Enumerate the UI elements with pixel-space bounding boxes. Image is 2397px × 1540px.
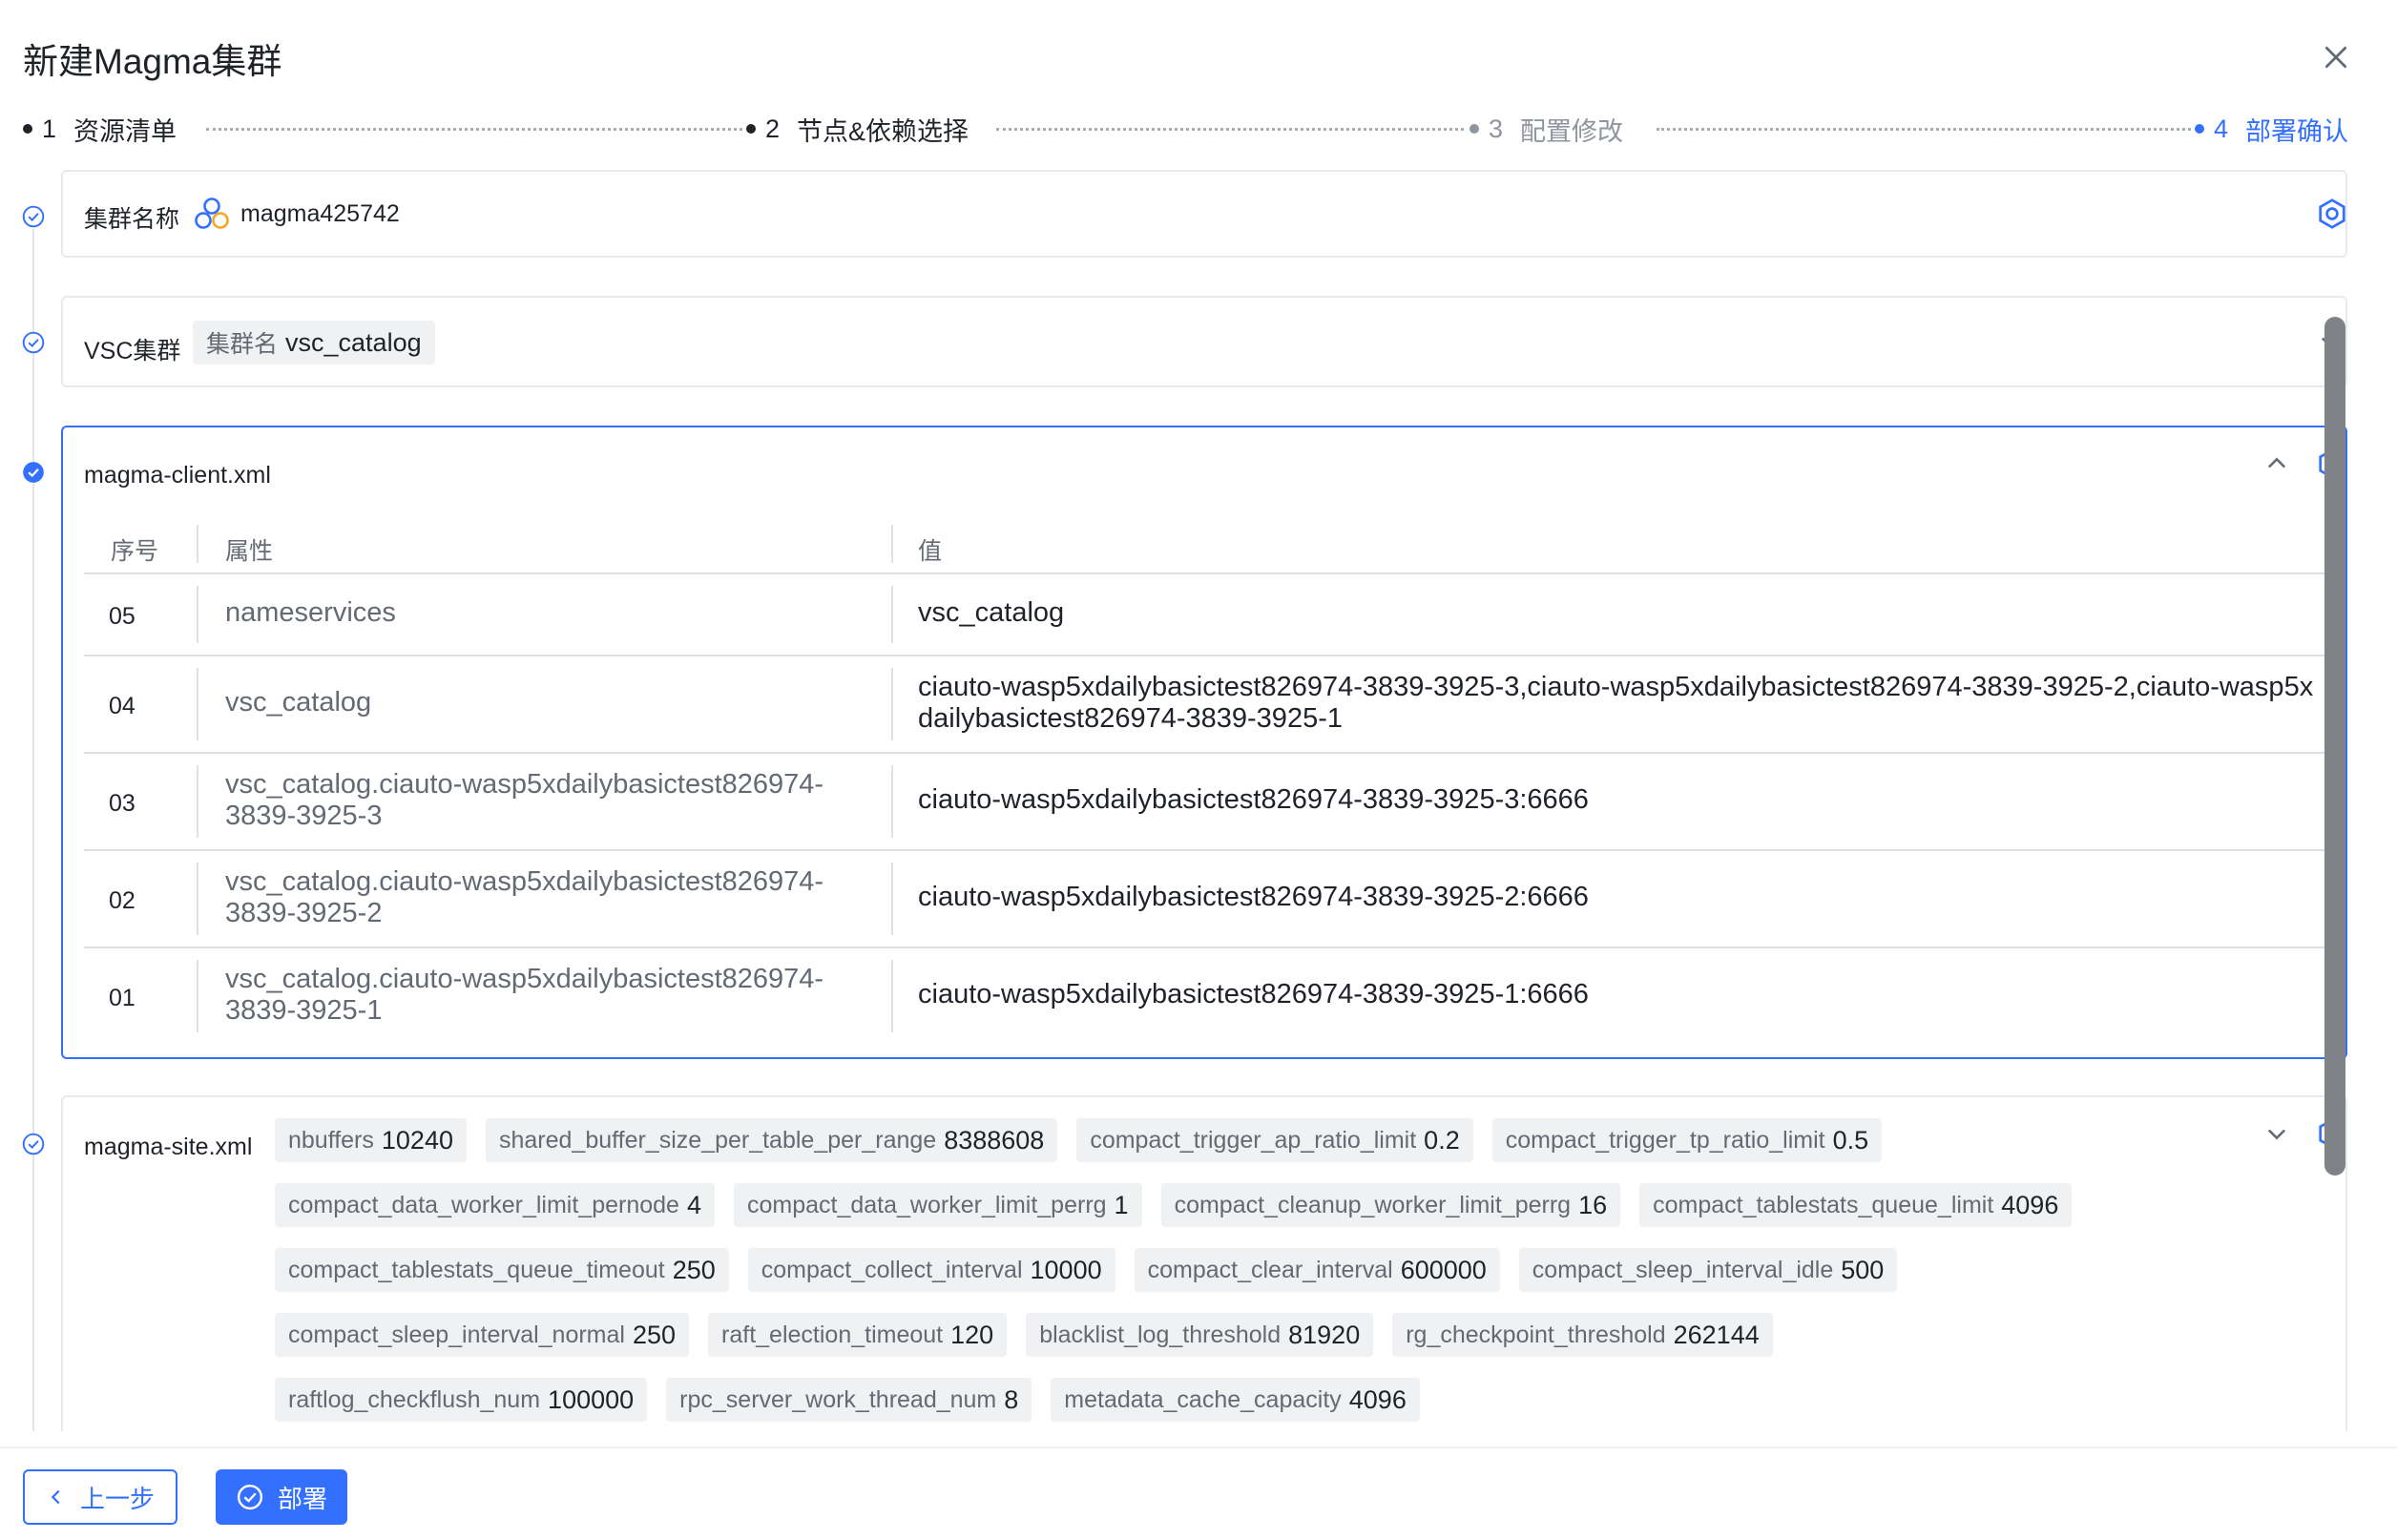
table-row: 04 vsc_catalog ciauto-wasp5xdailybasicte… <box>84 656 2326 754</box>
cluster-name-label: 集群名称 <box>84 206 180 233</box>
dialog-footer: 上一步 部署 <box>0 1446 2397 1540</box>
config-tag: metadata_cache_capacity 4096 <box>1051 1378 1420 1422</box>
dialog-header: 新建Magma集群 <box>0 0 2397 114</box>
step-2[interactable]: 2 节点&依赖选择 <box>746 114 969 146</box>
step-connector <box>996 128 1464 131</box>
config-tag: raftlog_checkflush_num 100000 <box>275 1378 648 1422</box>
table-row: 05 nameservices vsc_catalog <box>84 574 2326 656</box>
step-connector <box>206 128 742 131</box>
config-tag: shared_buffer_size_per_table_per_range 83… <box>485 1118 1058 1162</box>
step-dot-icon <box>2195 124 2204 134</box>
chevron-left-icon <box>51 1489 60 1505</box>
table-row: 03 vsc_catalog.ciauto-wasp5xdailybasicte… <box>84 754 2326 851</box>
settings-icon[interactable] <box>2315 197 2349 231</box>
stepper: 1 资源清单 2 节点&依赖选择 3 配置修改 4 部署确认 <box>23 107 2351 153</box>
magma-client-xml-card[interactable]: magma-client.xml 序号 属性 值 05 nameservices… <box>61 426 2347 1059</box>
config-tag: compact_cleanup_worker_limit_perrg 16 <box>1160 1183 1621 1227</box>
step-4[interactable]: 4 部署确认 <box>2195 114 2348 146</box>
deploy-button[interactable]: 部署 <box>216 1469 347 1525</box>
config-tag: blacklist_log_threshold 81920 <box>1026 1313 1374 1357</box>
magma-site-xml-card[interactable]: magma-site.xml nbuffers 10240 shared_buff… <box>61 1095 2347 1431</box>
dialog-title: 新建Magma集群 <box>23 42 282 81</box>
chevron-up-icon[interactable] <box>2263 450 2290 477</box>
check-circle-icon <box>22 205 45 228</box>
step-label: 配置修改 <box>1520 116 1624 146</box>
config-tag: compact_clear_interval 600000 <box>1134 1248 1500 1292</box>
config-tag: rg_checkpoint_threshold 262144 <box>1392 1313 1773 1357</box>
cluster-name-card: 集群名称 magma425742 <box>61 170 2347 258</box>
config-tag: compact_tablestats_queue_limit 4096 <box>1639 1183 2073 1227</box>
check-circle-icon <box>22 1133 45 1155</box>
close-icon[interactable] <box>2319 40 2353 74</box>
table-row: 01 vsc_catalog.ciauto-wasp5xdailybasicte… <box>84 948 2326 1044</box>
vertical-scrollbar[interactable] <box>2324 317 2345 1176</box>
step-3[interactable]: 3 配置修改 <box>1469 114 1623 146</box>
vsc-cluster-label: VSC集群 <box>84 338 181 364</box>
column-header-value: 值 <box>918 538 943 565</box>
check-circle-icon <box>237 1484 263 1510</box>
check-circle-icon <box>22 331 45 354</box>
vsc-cluster-tag: 集群名 vsc_catalog <box>193 321 435 364</box>
cluster-logo-icon <box>195 198 229 229</box>
config-tag: compact_sleep_interval_idle 500 <box>1518 1248 1898 1292</box>
config-tag: compact_data_worker_limit_perrg 1 <box>733 1183 1142 1227</box>
step-1[interactable]: 1 资源清单 <box>23 114 177 146</box>
cluster-name-value: magma425742 <box>240 200 400 227</box>
client-xml-table: 序号 属性 值 05 nameservices vsc_catalog 04 v… <box>84 515 2326 1044</box>
site-config-tags: nbuffers 10240 shared_buffer_size_per_tab… <box>275 1118 2317 1431</box>
table-header: 序号 属性 值 <box>84 515 2326 574</box>
config-tag: compact_sleep_interval_normal 250 <box>275 1313 690 1357</box>
config-tag: compact_collect_interval 10000 <box>747 1248 1115 1292</box>
config-tag: rpc_server_work_thread_num 8 <box>666 1378 1032 1422</box>
step-label: 节点&依赖选择 <box>797 116 969 146</box>
config-tag: compact_trigger_ap_ratio_limit 0.2 <box>1076 1118 1473 1162</box>
step-label: 资源清单 <box>73 116 177 146</box>
config-tag: compact_tablestats_queue_timeout 250 <box>275 1248 729 1292</box>
config-tag: compact_data_worker_limit_pernode 4 <box>275 1183 715 1227</box>
step-dot-icon <box>23 124 32 134</box>
step-connector <box>1657 128 2191 131</box>
config-review-panel[interactable]: 集群名称 magma425742 VSC集群 集群名 vsc_catalog m… <box>0 162 2357 1431</box>
config-tag: raft_election_timeout 120 <box>708 1313 1008 1357</box>
timeline-line <box>32 229 34 1431</box>
config-tag: nbuffers 10240 <box>275 1118 467 1162</box>
column-header-index: 序号 <box>111 538 159 565</box>
magma-site-xml-label: magma-site.xml <box>84 1134 253 1160</box>
step-label: 部署确认 <box>2245 116 2349 146</box>
table-row: 02 vsc_catalog.ciauto-wasp5xdailybasicte… <box>84 851 2326 948</box>
check-circle-filled-icon <box>23 462 44 483</box>
vsc-cluster-card[interactable]: VSC集群 集群名 vsc_catalog <box>61 296 2347 387</box>
step-dot-icon <box>746 124 756 134</box>
step-dot-icon <box>1469 124 1479 134</box>
column-header-property: 属性 <box>225 538 274 565</box>
config-tag: compact_trigger_tp_ratio_limit 0.5 <box>1491 1118 1883 1162</box>
magma-client-xml-label: magma-client.xml <box>84 462 271 489</box>
previous-step-button[interactable]: 上一步 <box>23 1469 177 1525</box>
